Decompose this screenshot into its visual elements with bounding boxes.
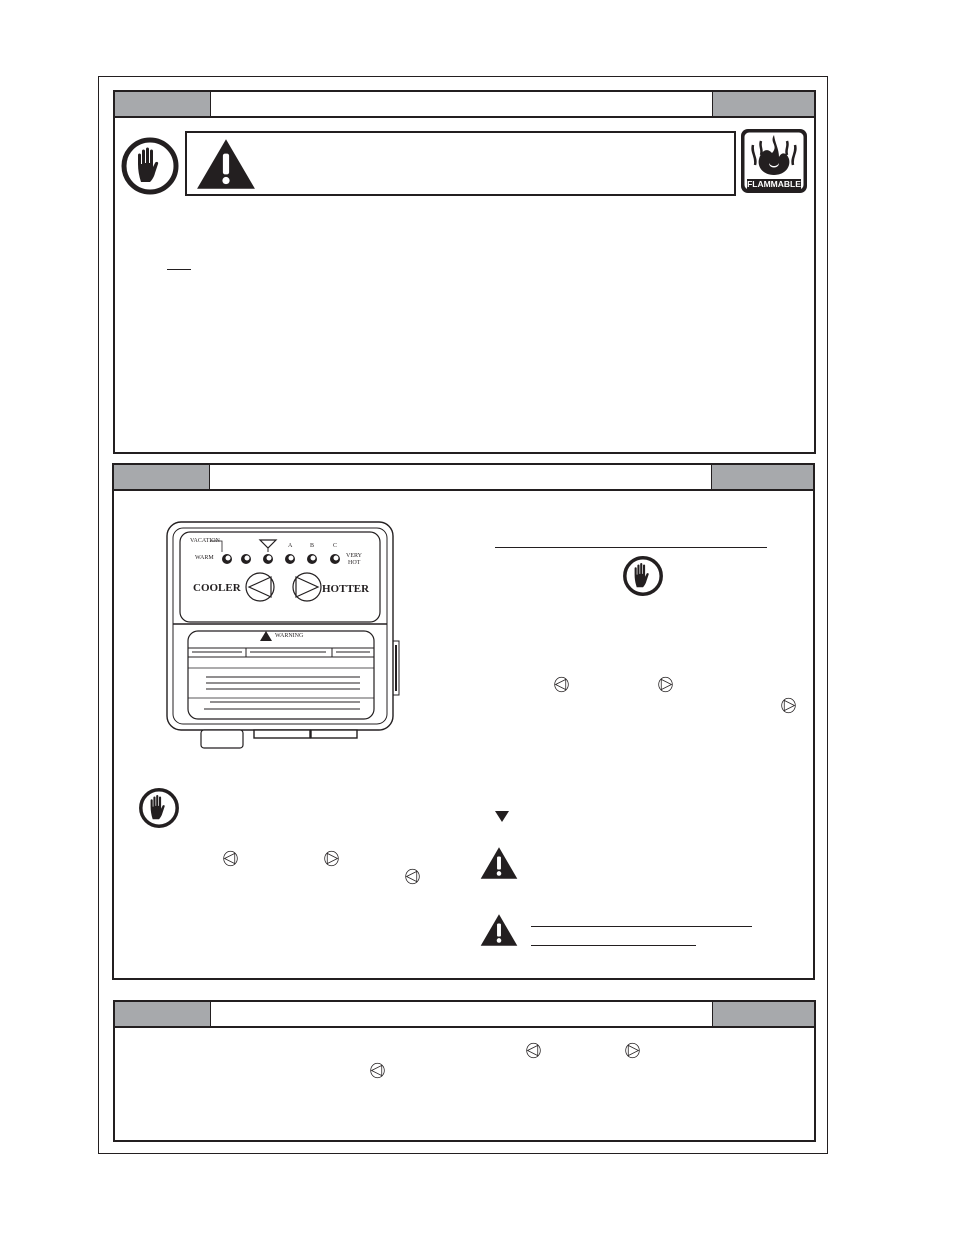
hotter-button-icon (657, 676, 674, 693)
section-header (115, 92, 814, 118)
hotter-label[interactable]: HOTTER (322, 583, 369, 595)
stop-hand-icon (622, 555, 664, 597)
section-3 (113, 1000, 816, 1142)
hot-label: HOT (348, 560, 361, 566)
stop-hand-icon (120, 136, 180, 196)
control-panel-diagram: VACATION WARM A B C VERY HOT COOLER HOTT… (164, 519, 404, 755)
cooler-label[interactable]: COOLER (193, 582, 241, 594)
warning-underline (531, 945, 696, 946)
setting-b-label: B (310, 543, 315, 549)
section-header (114, 465, 813, 491)
section-title (210, 465, 711, 489)
warning-triangle-icon (478, 913, 520, 947)
section-title (211, 1002, 712, 1026)
section-page-tab (712, 1002, 814, 1026)
cooler-button-icon (525, 1042, 542, 1059)
section-number-tab (115, 92, 211, 116)
heading-underline (495, 547, 767, 548)
vacation-label: VACATION (190, 538, 220, 544)
warning-label: WARNING (275, 633, 304, 639)
cooler-button-icon (222, 850, 239, 867)
down-triangle-icon (495, 811, 509, 822)
hotter-button-icon (780, 697, 797, 714)
section-title (211, 92, 712, 116)
warning-triangle-icon (195, 137, 257, 191)
cooler-button-icon (553, 676, 570, 693)
section-page-tab (711, 465, 813, 489)
warning-triangle-icon (478, 846, 520, 880)
setting-c-label: C (333, 543, 338, 549)
section-1: FLAMMABLE (113, 90, 816, 454)
setting-a-label: A (288, 543, 293, 549)
hotter-button-icon (323, 850, 340, 867)
section-page-tab (712, 92, 814, 116)
flammable-label: FLAMMABLE (747, 179, 801, 189)
underline-mark (167, 269, 191, 270)
very-label: VERY (346, 553, 363, 559)
warm-label: WARM (195, 555, 214, 561)
section-2: VACATION WARM A B C VERY HOT COOLER HOTT… (112, 463, 815, 980)
flammable-icon: FLAMMABLE (739, 127, 809, 195)
cooler-button-icon (369, 1062, 386, 1079)
section-header (115, 1002, 814, 1028)
cooler-button-icon (404, 868, 421, 885)
hotter-button-icon (624, 1042, 641, 1059)
warning-underline (531, 926, 752, 927)
stop-hand-icon (138, 787, 180, 829)
warning-banner (185, 131, 736, 196)
section-number-tab (114, 465, 210, 489)
section-number-tab (115, 1002, 211, 1026)
